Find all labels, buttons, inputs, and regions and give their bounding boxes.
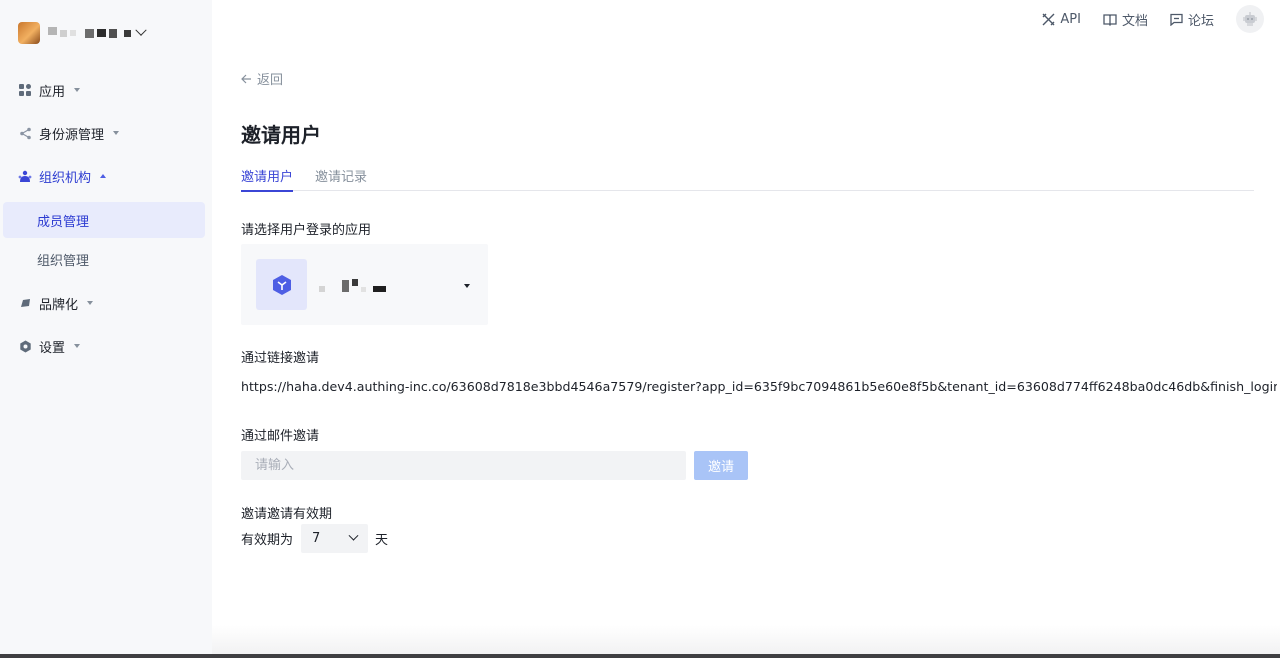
validity-select[interactable]: 7	[301, 524, 369, 553]
robot-avatar-icon	[1243, 12, 1257, 26]
org-icon	[18, 169, 32, 183]
api-label: API	[1060, 11, 1081, 27]
apps-icon	[18, 83, 32, 97]
invite-link-url[interactable]: https://haha.dev4.authing-inc.co/63608d7…	[241, 379, 1277, 394]
sidebar-item-organization[interactable]: 组织机构	[18, 166, 107, 186]
back-label: 返回	[257, 73, 284, 88]
validity-prefix: 有效期为	[241, 533, 294, 548]
chevron-down-icon	[348, 530, 359, 541]
forum-link[interactable]: 论坛	[1170, 10, 1214, 29]
org-switcher[interactable]	[18, 21, 147, 45]
validity-unit: 天	[375, 533, 389, 548]
email-field[interactable]	[241, 451, 686, 480]
sidebar-item-label: 身份源管理	[39, 127, 105, 143]
window-bottom-edge	[0, 654, 1280, 658]
sidebar-item-apps[interactable]: 应用	[18, 80, 81, 100]
link-invite-label: 通过链接邀请	[241, 351, 320, 366]
tab-invite-records[interactable]: 邀请记录	[315, 166, 367, 191]
api-link[interactable]: API	[1042, 12, 1081, 27]
org-avatar	[18, 22, 40, 44]
invite-button[interactable]: 邀请	[694, 451, 748, 480]
caret-down-icon	[113, 131, 120, 135]
chat-icon	[1170, 13, 1183, 26]
sidebar-item-label: 组织机构	[39, 170, 92, 186]
sidebar-subitem-members[interactable]: 成员管理	[3, 202, 205, 238]
tab-bar: 邀请用户 邀请记录	[241, 166, 1254, 192]
sidebar: 应用 身份源管理 组织机构 成员管理 组织管理 品牌化 设置	[0, 0, 212, 658]
docs-link[interactable]: 文档	[1103, 10, 1148, 29]
share-icon	[18, 126, 32, 140]
sidebar-subitem-label: 组织管理	[37, 253, 90, 269]
user-avatar[interactable]	[1236, 5, 1264, 33]
tab-invite-users[interactable]: 邀请用户	[241, 166, 294, 192]
caret-down-icon	[87, 301, 94, 305]
org-name-blurred	[48, 27, 131, 38]
api-icon	[1042, 13, 1055, 25]
arrow-left-icon	[241, 74, 251, 83]
brand-icon	[18, 296, 32, 310]
back-link[interactable]: 返回	[241, 69, 283, 88]
sidebar-item-label: 应用	[39, 84, 66, 100]
caret-down-icon	[74, 344, 81, 348]
sidebar-item-label: 设置	[39, 340, 66, 356]
app-cube-icon	[272, 274, 291, 295]
app-name-blurred	[319, 278, 386, 292]
sidebar-item-settings[interactable]: 设置	[18, 336, 81, 356]
forum-label: 论坛	[1187, 13, 1214, 29]
caret-down-icon	[74, 88, 81, 92]
validity-label: 邀请邀请有效期	[241, 507, 333, 522]
caret-up-icon	[100, 174, 107, 178]
sidebar-item-label: 品牌化	[39, 297, 79, 313]
app-select[interactable]	[241, 244, 488, 325]
docs-label: 文档	[1121, 13, 1148, 29]
validity-value: 7	[312, 531, 321, 546]
email-invite-label: 通过邮件邀请	[241, 429, 320, 444]
top-bar: API 文档 论坛	[1042, 5, 1264, 33]
app-logo	[256, 259, 307, 310]
sidebar-item-branding[interactable]: 品牌化	[18, 293, 94, 313]
sidebar-subitem-organizations[interactable]: 组织管理	[3, 241, 205, 277]
sidebar-item-identity-sources[interactable]: 身份源管理	[18, 123, 120, 143]
chevron-down-icon	[135, 24, 147, 36]
page-title: 邀请用户	[241, 123, 321, 147]
settings-icon	[18, 339, 32, 353]
book-icon	[1103, 13, 1117, 26]
caret-down-icon	[464, 284, 470, 288]
sidebar-subitem-label: 成员管理	[37, 214, 90, 230]
app-select-label: 请选择用户登录的应用	[241, 223, 372, 238]
validity-row: 有效期为 7 天	[241, 524, 388, 553]
